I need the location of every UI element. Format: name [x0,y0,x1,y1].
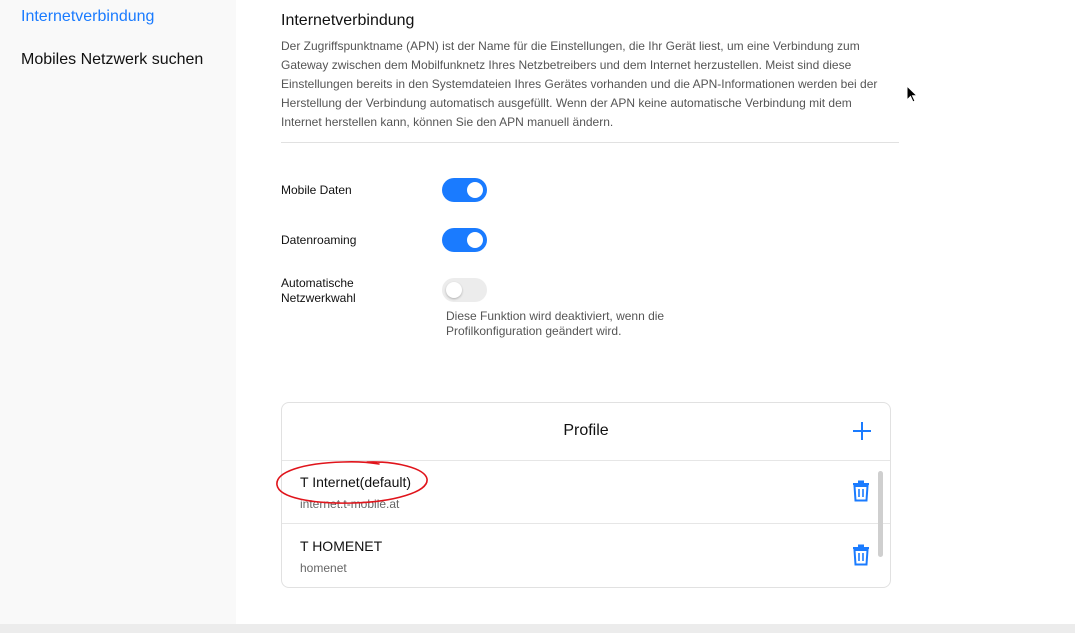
profile-name: T HOMENET [300,538,383,554]
trash-icon[interactable] [851,544,871,566]
scrollbar[interactable] [878,471,883,557]
toggle-knob [467,232,483,248]
auto-network-hint: Diese Funktion wird deaktiviert, wenn di… [446,309,665,338]
bottom-bar [0,624,1075,633]
profile-title: Profile [563,422,609,439]
profile-apn: internet.t-mobile.at [300,497,400,511]
page-title: Internetverbindung [281,12,415,29]
profile-header: Profile [282,403,890,461]
sidebar-item-mobiles-netzwerk-suchen[interactable]: Mobiles Netzwerk suchen [21,51,203,69]
auto-network-toggle[interactable] [442,278,487,302]
mouse-pointer-icon [906,85,919,103]
profile-row-t-internet[interactable]: T Internet(default) internet.t-mobile.at [282,460,890,523]
data-roaming-toggle[interactable] [442,228,487,252]
auto-network-label: Automatische Netzwerkwahl [281,276,356,305]
profile-name: T Internet(default) [300,474,412,490]
mobile-data-toggle[interactable] [442,178,487,202]
divider [281,142,899,143]
sidebar: Internetverbindung Mobiles Netzwerk such… [0,0,236,624]
mobile-data-label: Mobile Daten [281,183,352,197]
toggle-knob [467,182,483,198]
sidebar-item-internetverbindung[interactable]: Internetverbindung [21,8,154,26]
toggle-knob [446,282,462,298]
trash-icon[interactable] [851,480,871,502]
profile-row-t-homenet[interactable]: T HOMENET homenet [282,524,890,587]
profile-apn: homenet [300,561,347,575]
data-roaming-label: Datenroaming [281,233,357,247]
profile-card: Profile T Internet(default) internet.t-m… [281,402,891,588]
section-description: Der Zugriffspunktname (APN) ist der Name… [281,39,878,129]
plus-icon[interactable] [851,420,873,442]
